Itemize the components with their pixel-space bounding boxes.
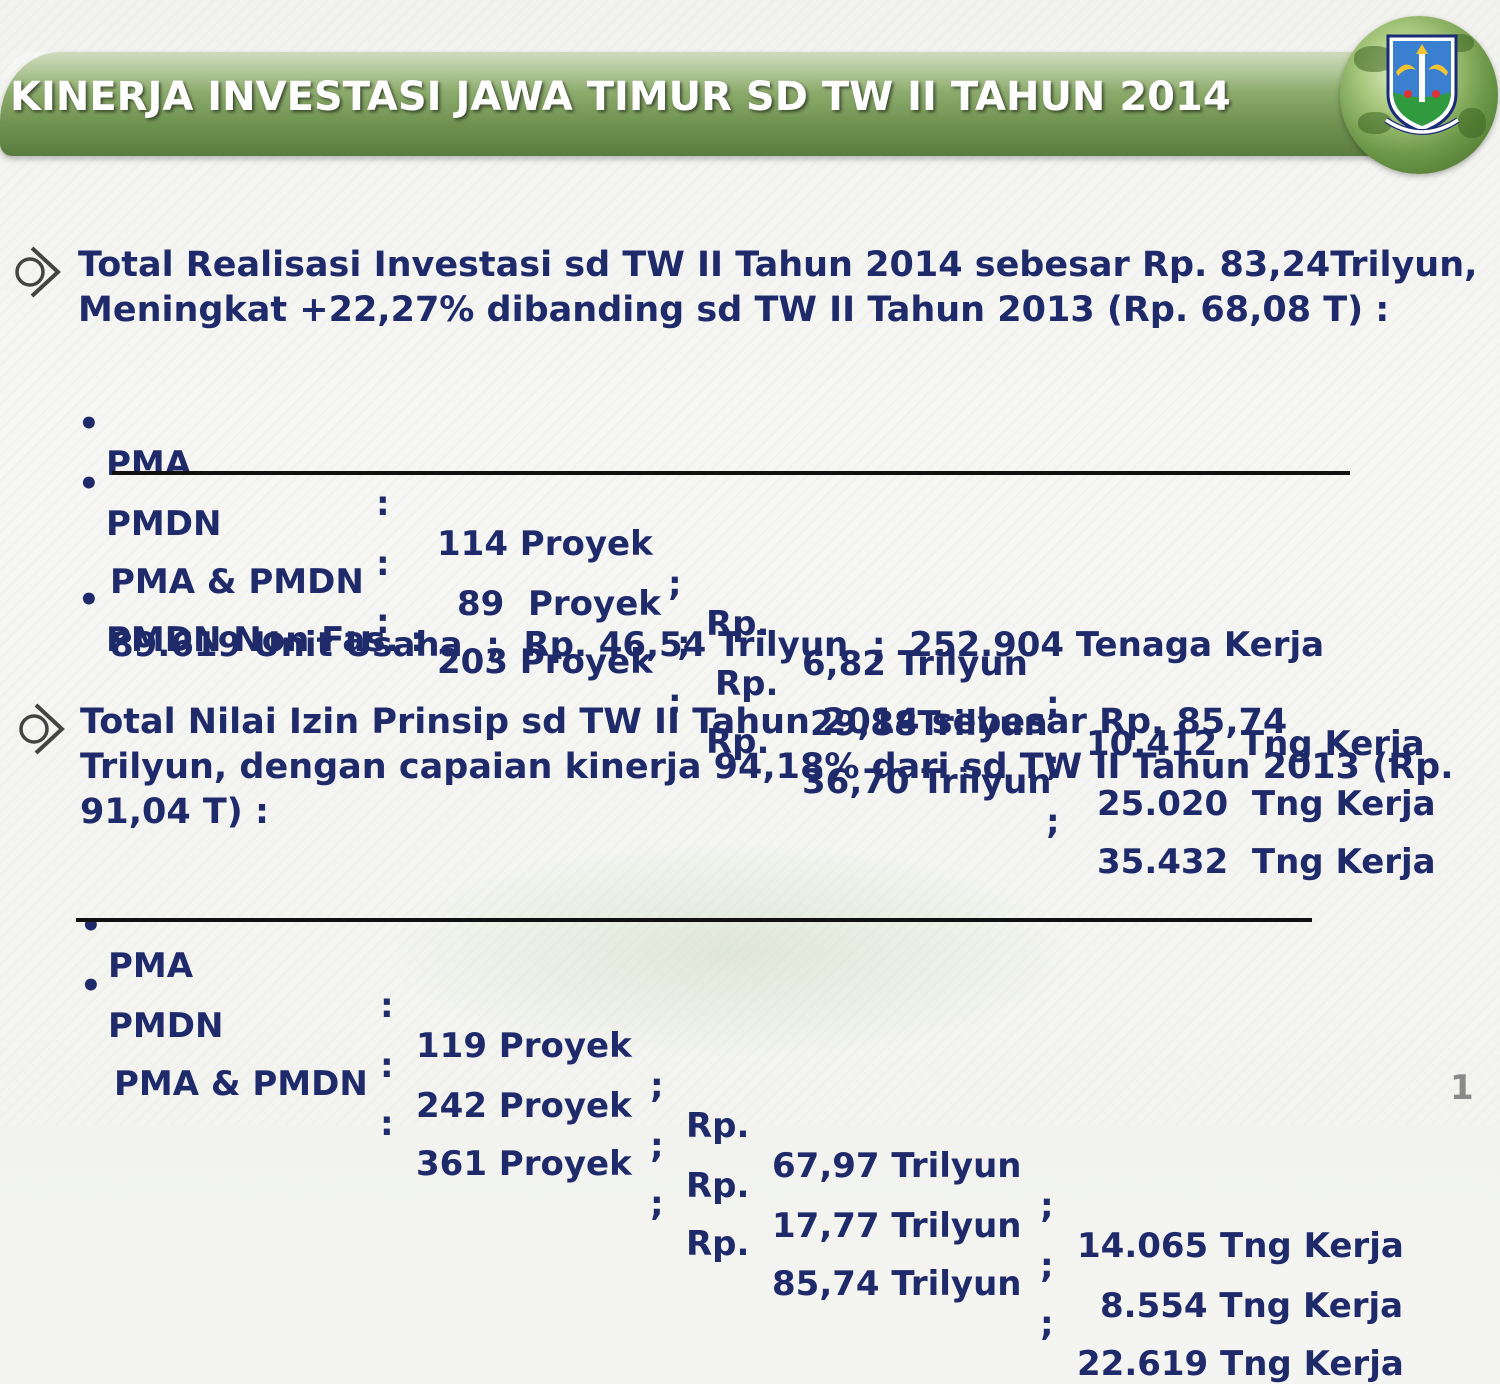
row-bullet: • [78,580,100,620]
row-label: PMA & PMDN [114,1064,368,1104]
row-rp: Rp. [715,664,779,704]
nonfas-detail-text: 89.619 Unit Usaha ; Rp. 46,54 Trilyun ; … [110,625,1325,665]
row-colon: : [376,544,390,584]
row-bullet: • [78,464,100,504]
row-label: PMA [108,946,194,986]
row-divider [76,918,1312,922]
row-label: PMDN [106,504,222,544]
row-bullet: • [78,404,100,444]
section-2-intro: Total Nilai Izin Prinsip sd TW II Tahun … [80,700,1454,835]
row-proyek: 242 Proyek [416,1086,632,1126]
east-java-emblem-icon [1384,34,1460,135]
row-colon: : [376,484,390,524]
row-bullet: • [80,906,102,946]
section-2-intro-line-1: Total Nilai Izin Prinsip sd TW II Tahun … [80,702,1288,742]
row-nilai: 85,74 Trilyun [772,1264,1022,1304]
table-row-total: PMA & PMDN : 361 Proyek ; Rp. 85,74 Tril… [0,984,1404,1384]
row-bullet: • [80,966,102,1006]
row-separator: ; [1040,1186,1054,1226]
row-label: PMA & PMDN [110,562,364,602]
chevron-circle-bullet-icon [19,703,65,755]
section-1-intro-line-2: Meningkat +22,27% dibanding sd TW II Tah… [78,290,1390,330]
row-separator: ; [668,564,682,604]
row-colon: : [380,1046,394,1086]
row-colon: : [380,1104,394,1144]
row-label: PMDN [108,1006,224,1046]
row-proyek: 119 Proyek [416,1026,632,1066]
row-separator: ; [650,1126,664,1166]
sum-divider [112,471,1350,475]
row-separator: ; [650,1184,664,1224]
chevron-circle-bullet-icon [15,246,61,298]
row-rp: Rp. [686,1166,750,1206]
row-rp: Rp. [686,1224,750,1264]
row-tenaga-kerja: 8.554 Tng Kerja [1100,1286,1404,1326]
row-proyek: 114 Proyek [437,524,653,564]
section-1-intro: Total Realisasi Investasi sd TW II Tahun… [78,243,1477,333]
row-label: PMA [106,444,192,484]
section-2-intro-line-3: 91,04 T) : [80,792,269,832]
section-2-intro-line-2: Trilyun, dengan capaian kinerja 94,18% d… [80,747,1454,787]
nonfas-detail: 89.619 Unit Usaha ; Rp. 46,54 Trilyun ; … [0,585,1324,665]
page-title: KINERJA INVESTASI JAWA TIMUR SD TW II TA… [10,74,1231,120]
row-separator: ; [1040,1304,1054,1344]
row-rp: Rp. [686,1106,750,1146]
section-1-intro-line-1: Total Realisasi Investasi sd TW II Tahun… [78,245,1478,285]
row-tenaga-kerja: 14.065 Tng Kerja [1077,1226,1404,1266]
row-separator: ; [650,1066,664,1106]
row-colon: : [380,986,394,1026]
row-proyek: 361 Proyek [416,1144,632,1184]
page-number: 1 [1450,1068,1474,1108]
row-nilai: 17,77 Trilyun [772,1206,1022,1246]
row-nilai: 67,97 Trilyun [772,1146,1022,1186]
row-separator: ; [1040,1246,1054,1286]
row-tenaga-kerja: 35.432 Tng Kerja [1097,842,1436,882]
row-proyek: 89 Proyek [457,584,661,624]
row-tenaga-kerja: 22.619 Tng Kerja [1077,1344,1404,1384]
